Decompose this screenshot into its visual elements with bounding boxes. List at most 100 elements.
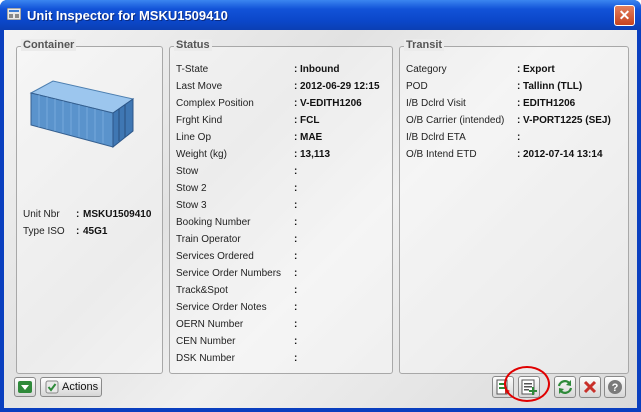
field-separator: : (294, 319, 298, 330)
field-label: Booking Number (176, 217, 251, 228)
field-label: Service Order Numbers (176, 268, 282, 279)
field-separator: : (517, 132, 521, 143)
status-row: Booking Number: (176, 215, 390, 231)
actions-button[interactable]: Actions (40, 377, 102, 397)
svg-text:?: ? (612, 382, 619, 394)
expand-button[interactable] (14, 377, 36, 397)
highlight-circle (504, 366, 550, 402)
field-separator: : (294, 353, 298, 364)
field-label: O/B Carrier (intended) (406, 115, 505, 126)
container-image (29, 80, 135, 149)
field-separator: : (294, 251, 298, 262)
field-separator: : (294, 98, 298, 109)
status-row: Track&Spot: (176, 283, 390, 299)
check-icon (45, 380, 59, 394)
title-bar[interactable]: Unit Inspector for MSKU1509410 ✕ (0, 0, 641, 30)
status-row: T-State: Inbound (176, 62, 390, 78)
window-title: Unit Inspector for MSKU1509410 (27, 8, 228, 23)
status-row: Last Move:2012-06-29 12:15 (176, 79, 390, 95)
field-label: Track&Spot (176, 285, 228, 296)
field-label: Unit Nbr (23, 209, 60, 220)
field-label: Category (406, 64, 447, 75)
field-label: Line Op (176, 132, 212, 143)
pod-value: Tallinn (TLL) (523, 81, 583, 92)
field-separator: : (294, 81, 298, 92)
type-iso-value: 45G1 (83, 226, 108, 237)
transit-row: O/B Carrier (intended): V-PORT1225 (SEJ) (406, 113, 626, 129)
field-separator: : (294, 268, 298, 279)
field-label: Complex Position (176, 98, 254, 109)
status-row: Stow 3: (176, 198, 390, 214)
chevron-down-icon (18, 381, 32, 393)
delete-button[interactable] (579, 376, 601, 398)
field-separator: : (294, 217, 298, 228)
transit-panel-title: Transit (404, 39, 445, 51)
status-row: DSK Number: (176, 351, 390, 367)
field-label: Services Ordered (176, 251, 254, 262)
transit-row: O/B Intend ETD:2012-07-14 13:14 (406, 147, 626, 163)
field-label: OERN Number (176, 319, 244, 330)
help-button[interactable]: ? (604, 376, 626, 398)
field-separator: : (294, 285, 298, 296)
field-label: Service Order Notes (176, 302, 267, 313)
ob-carrier-value: V-PORT1225 (SEJ) (523, 115, 611, 126)
field-label: POD (406, 81, 428, 92)
actions-button-label: Actions (62, 381, 99, 393)
field-separator: : (517, 64, 521, 75)
field-label: Stow (176, 166, 199, 177)
status-row: Line Op: MAE (176, 130, 390, 146)
field-label: Type ISO (23, 226, 65, 237)
field-separator: : (76, 226, 80, 237)
weight-value: 13,113 (300, 149, 331, 160)
container-panel-title: Container (21, 39, 77, 51)
field-label: Last Move (176, 81, 223, 92)
transit-fields: Category: Export POD: Tallinn (TLL) I/B Dc… (406, 62, 626, 172)
complex-position-value: V-EDITH1206 (300, 98, 362, 109)
field-label: I/B Dclrd ETA (406, 132, 466, 143)
field-separator: : (517, 81, 521, 92)
status-fields: T-State: Inbound Last Move:2012-06-29 12:… (176, 62, 390, 368)
field-label: O/B Intend ETD (406, 149, 477, 160)
status-row: Weight (kg):13,113 (176, 147, 390, 163)
category-value: Export (523, 64, 555, 75)
transit-row: I/B Dclrd ETA: (406, 130, 626, 146)
last-move-value: 2012-06-29 12:15 (300, 81, 380, 92)
refresh-icon (557, 380, 573, 394)
delete-icon (583, 380, 597, 394)
status-panel: Status T-State: Inbound Last Move:2012-06… (169, 39, 393, 374)
field-separator: : (294, 234, 298, 245)
status-row: CEN Number: (176, 334, 390, 350)
transit-row: POD: Tallinn (TLL) (406, 79, 626, 95)
app-icon (7, 8, 21, 20)
close-button[interactable]: ✕ (614, 5, 635, 26)
t-state-value: Inbound (300, 64, 340, 75)
container-panel: Container Unit Nbr : MSKU1509410 Type IS… (16, 39, 163, 374)
field-separator: : (294, 183, 298, 194)
unit-nbr-row: Unit Nbr : MSKU1509410 (23, 207, 161, 223)
field-separator: : (517, 149, 521, 160)
ib-dclrd-visit-value: EDITH1206 (523, 98, 576, 109)
field-separator: : (294, 200, 298, 211)
refresh-button[interactable] (554, 376, 576, 398)
help-icon: ? (608, 380, 622, 394)
field-separator: : (517, 115, 521, 126)
ob-intend-etd-value: 2012-07-14 13:14 (523, 149, 603, 160)
status-panel-title: Status (174, 39, 212, 51)
field-label: Frght Kind (176, 115, 223, 126)
status-row: Frght Kind: FCL (176, 113, 390, 129)
field-separator: : (294, 132, 298, 143)
field-separator: : (294, 336, 298, 347)
field-label: CEN Number (176, 336, 236, 347)
status-row: Train Operator: (176, 232, 390, 248)
window-content: Container Unit Nbr : MSKU1509410 Type IS… (4, 30, 637, 408)
unit-nbr-value: MSKU1509410 (83, 209, 152, 220)
status-row: Service Order Notes: (176, 300, 390, 316)
field-separator: : (294, 302, 298, 313)
field-separator: : (517, 98, 521, 109)
field-label: T-State (176, 64, 209, 75)
field-label: Stow 3 (176, 200, 207, 211)
transit-row: Category: Export (406, 62, 626, 78)
type-iso-row: Type ISO : 45G1 (23, 224, 161, 240)
status-row: Complex Position: V-EDITH1206 (176, 96, 390, 112)
field-label: Weight (kg) (176, 149, 227, 160)
